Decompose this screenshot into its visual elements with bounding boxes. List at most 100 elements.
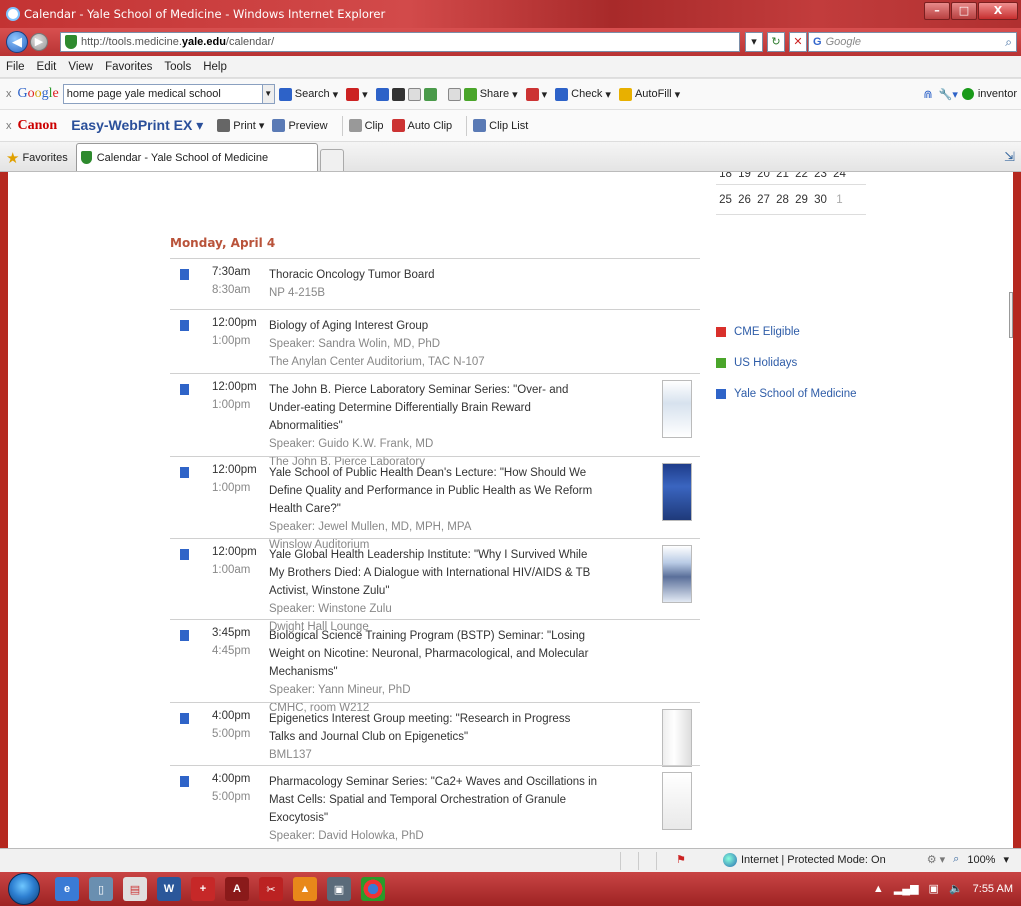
event-title-link[interactable]: Biological Science Training Program (BST…	[269, 627, 599, 681]
event-flyer-thumbnail[interactable]	[662, 709, 692, 767]
dropdown-arrow-icon[interactable]: ▾	[745, 32, 763, 52]
menu-favorites[interactable]: Favorites	[105, 61, 152, 73]
network-icon[interactable]: ▣	[929, 882, 939, 895]
url-field[interactable]: http://tools.medicine.yale.edu/calendar/	[60, 32, 740, 52]
legend-item[interactable]: Yale School of Medicine	[716, 378, 857, 409]
word-taskbar-icon[interactable]: W	[157, 877, 181, 901]
scrollbar-thumb[interactable]	[1009, 292, 1013, 338]
mini-calendar-day[interactable]: 1	[830, 194, 849, 206]
clip-button[interactable]: Clip	[348, 119, 384, 132]
mini-calendar-day[interactable]: 27	[754, 194, 773, 206]
zoom-control[interactable]: ⚙ ▾ ⌕ 100% ▾	[927, 853, 1009, 866]
event-row[interactable]: 7:30am 8:30am Thoracic Oncology Tumor Boar…	[170, 258, 700, 309]
app-taskbar-icon[interactable]: +	[191, 877, 215, 901]
event-row[interactable]: 12:00pm 1:00pm The John B. Pierce Laborato…	[170, 373, 700, 468]
stop-icon[interactable]: ✕	[789, 32, 807, 52]
legend-label[interactable]: Yale School of Medicine	[734, 388, 857, 400]
user-name[interactable]: inventor	[978, 88, 1017, 100]
acrobat-taskbar-icon[interactable]: A	[225, 877, 249, 901]
mini-calendar-day[interactable]: 19	[735, 172, 754, 180]
compat-view-icon[interactable]: ⇲	[1004, 149, 1015, 165]
tab-calendar[interactable]: Calendar - Yale School of Medicine	[75, 143, 318, 171]
mini-calendar-day[interactable]: 29	[792, 194, 811, 206]
event-flyer-thumbnail[interactable]	[662, 463, 692, 521]
event-flyer-thumbnail[interactable]	[662, 772, 692, 830]
maximize-button[interactable]: □	[951, 2, 977, 20]
search-box[interactable]: G Google ⌕	[808, 32, 1017, 52]
check-button[interactable]: Check ▾	[555, 87, 611, 101]
close-button[interactable]: X	[978, 2, 1018, 20]
mini-calendar-day[interactable]: 22	[792, 172, 811, 180]
mini-calendar-day[interactable]: 21	[773, 172, 792, 180]
autofill-button[interactable]: AutoFill ▾	[618, 87, 680, 101]
event-row[interactable]: 4:00pm 5:00pm Epigenetics Interest Group m…	[170, 702, 700, 767]
event-title-link[interactable]: Yale Global Health Leadership Institute:…	[269, 546, 599, 600]
clip-list-button[interactable]: Clip List	[473, 119, 528, 132]
mini-calendar-day[interactable]: 18	[716, 172, 735, 180]
remote-taskbar-icon[interactable]: ▣	[327, 877, 351, 901]
office-taskbar-icon[interactable]: ▤	[123, 877, 147, 901]
legend-label[interactable]: US Holidays	[734, 357, 797, 369]
security-zone[interactable]: Internet | Protected Mode: On	[723, 853, 886, 867]
refresh-icon[interactable]: ↻	[767, 32, 785, 52]
zoom-dropdown-icon[interactable]: ▾	[1003, 853, 1009, 866]
menu-tools[interactable]: Tools	[164, 61, 191, 73]
new-tab-button[interactable]	[319, 149, 344, 171]
event-row[interactable]: 3:45pm 4:45pm Biological Science Training …	[170, 619, 700, 714]
translate-icon[interactable]: ▾	[525, 87, 547, 101]
ie-taskbar-icon[interactable]: e	[55, 877, 79, 901]
legend-label[interactable]: CME Eligible	[734, 326, 800, 338]
legend-item[interactable]: US Holidays	[716, 347, 857, 378]
search-dropdown-icon[interactable]: ▼	[262, 84, 275, 104]
search-icon[interactable]: ⌕	[1005, 35, 1012, 50]
mini-calendar-day[interactable]: 23	[811, 172, 830, 180]
back-button[interactable]: ◀	[6, 31, 28, 53]
event-row[interactable]: 4:00pm 5:00pm Pharmacology Seminar Series:…	[170, 765, 700, 848]
explorer-taskbar-icon[interactable]: ▯	[89, 877, 113, 901]
signal-icon[interactable]: ▂▄▆	[894, 882, 919, 895]
event-title-link[interactable]: Thoracic Oncology Tumor Board	[269, 266, 599, 284]
legend-item[interactable]: CME Eligible	[716, 316, 857, 347]
start-button[interactable]	[8, 873, 40, 905]
tool-taskbar-icon[interactable]: ✂	[259, 877, 283, 901]
auto-clip-button[interactable]: Auto Clip	[391, 119, 452, 132]
forward-button[interactable]: ▶	[30, 33, 48, 51]
event-title-link[interactable]: Epigenetics Interest Group meeting: "Res…	[269, 710, 599, 746]
tray-arrow-icon[interactable]: ▲	[873, 883, 884, 895]
chrome-taskbar-icon[interactable]	[361, 877, 385, 901]
google-search-input[interactable]: home page yale medical school	[62, 84, 263, 104]
event-row[interactable]: 12:00pm 1:00pm Yale School of Public Healt…	[170, 456, 700, 551]
mini-calendar-day[interactable]: 28	[773, 194, 792, 206]
event-flyer-thumbnail[interactable]	[662, 380, 692, 438]
menu-file[interactable]: File	[6, 61, 25, 73]
toolbar-apps-icons[interactable]	[375, 87, 440, 101]
mini-calendar-day[interactable]: 30	[811, 194, 830, 206]
print-button[interactable]: Print ▾	[217, 119, 264, 132]
close-canon-icon[interactable]: x	[6, 120, 12, 132]
preview-button[interactable]: Preview	[272, 119, 328, 132]
event-title-link[interactable]: Yale School of Public Health Dean's Lect…	[269, 464, 599, 518]
event-title-link[interactable]: Pharmacology Seminar Series: "Ca2+ Waves…	[269, 773, 599, 827]
google-search-button[interactable]: Search ▾	[278, 87, 338, 101]
minimize-button[interactable]: –	[924, 2, 950, 20]
event-title-link[interactable]: Biology of Aging Interest Group	[269, 317, 599, 335]
wrench-icon[interactable]: 🔧▾	[939, 88, 958, 101]
youtube-icon[interactable]: ▾	[346, 87, 368, 101]
menu-help[interactable]: Help	[203, 61, 227, 73]
favorites-button[interactable]: ★ Favorites	[6, 145, 68, 171]
event-flyer-thumbnail[interactable]	[662, 545, 692, 603]
event-title-link[interactable]: The John B. Pierce Laboratory Seminar Se…	[269, 381, 599, 435]
mini-calendar-day[interactable]: 24	[830, 172, 849, 180]
mini-calendar-day[interactable]: 20	[754, 172, 773, 180]
menu-view[interactable]: View	[68, 61, 93, 73]
share-button[interactable]: Share ▾	[447, 87, 518, 101]
privacy-icon[interactable]: ⚑	[676, 853, 686, 866]
close-toolbar-icon[interactable]: x	[6, 88, 12, 100]
mini-calendar-day[interactable]: 25	[716, 194, 735, 206]
shield-settings-icon[interactable]: ⚙ ▾	[927, 853, 945, 866]
event-row[interactable]: 12:00pm 1:00am Yale Global Health Leadersh…	[170, 538, 700, 633]
volume-icon[interactable]: 🔈	[949, 882, 963, 895]
vlc-taskbar-icon[interactable]: ▲	[293, 877, 317, 901]
menu-edit[interactable]: Edit	[37, 61, 57, 73]
event-row[interactable]: 12:00pm 1:00pm Biology of Aging Interest G…	[170, 309, 700, 373]
